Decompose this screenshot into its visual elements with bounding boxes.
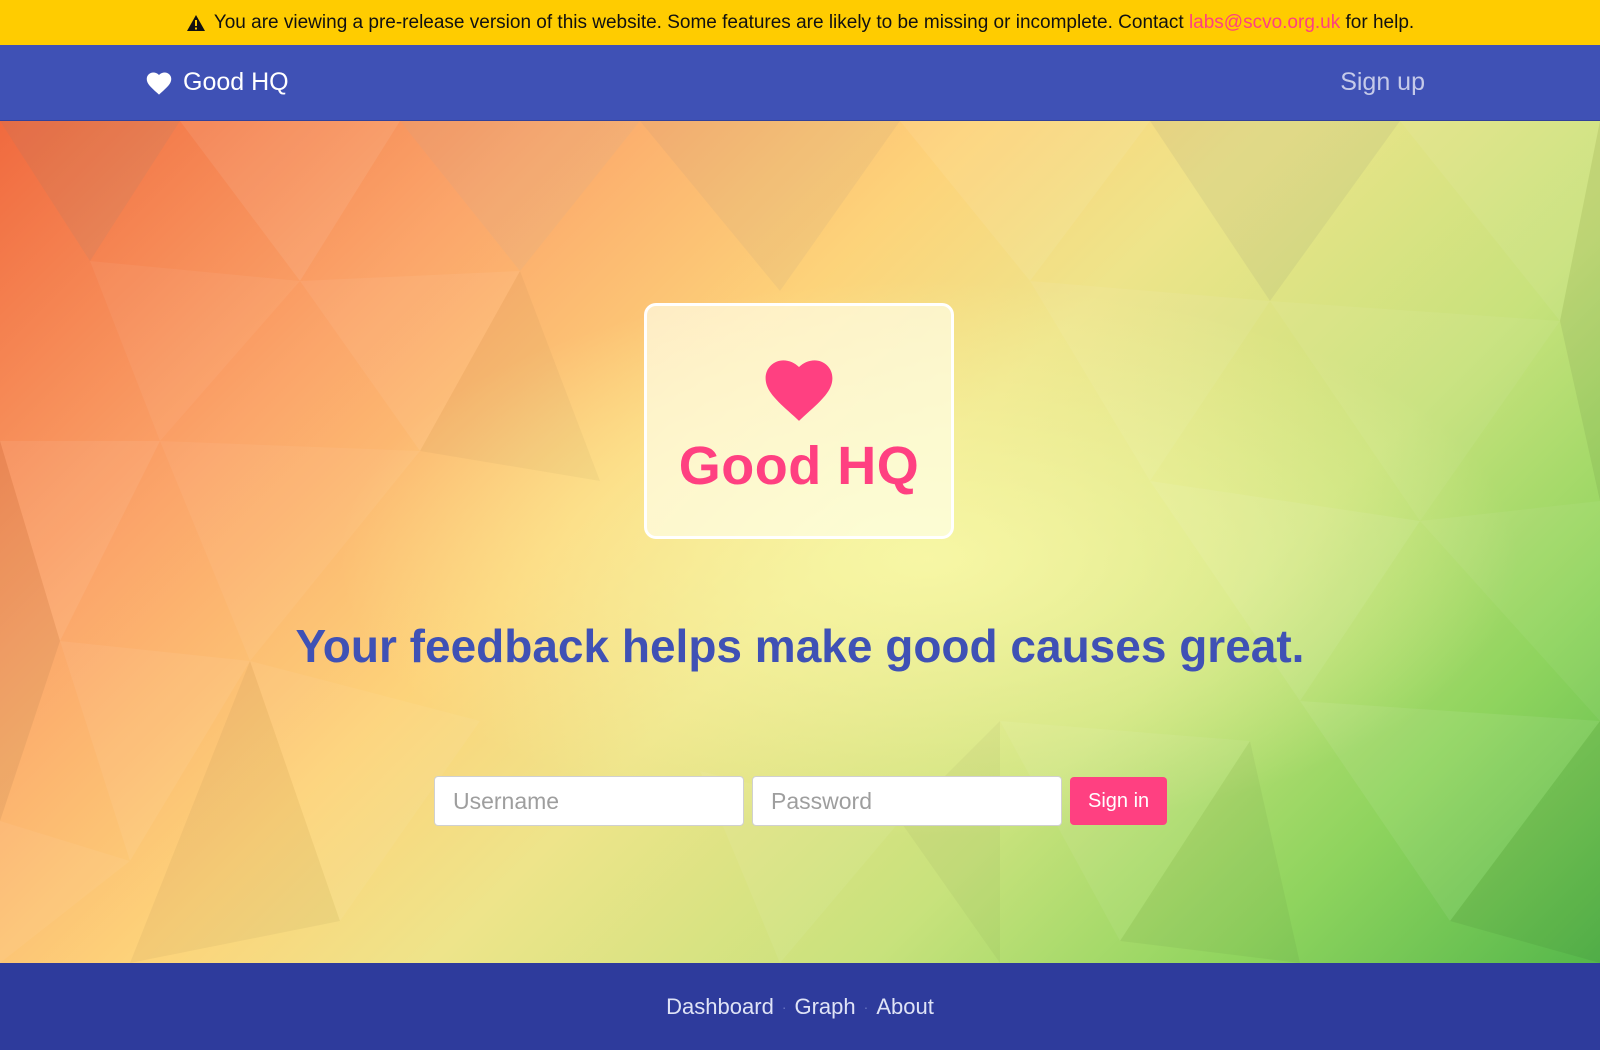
- heart-icon: [759, 354, 839, 429]
- footer-link-dashboard[interactable]: Dashboard: [666, 994, 774, 1020]
- footer-link-about[interactable]: About: [876, 994, 934, 1020]
- banner-text-after: for help.: [1345, 11, 1415, 33]
- brand-link[interactable]: Good HQ: [145, 68, 289, 97]
- signin-form: Sign in: [434, 776, 1168, 826]
- hero-section: Good HQ Your feedback helps make good ca…: [0, 121, 1600, 963]
- tagline: Your feedback helps make good causes gre…: [295, 620, 1305, 672]
- logo-title: Good HQ: [678, 435, 920, 496]
- signin-button[interactable]: Sign in: [1070, 777, 1168, 825]
- brand-name: Good HQ: [183, 68, 289, 96]
- warning-icon: [186, 14, 206, 32]
- footer: Dashboard · Graph · About: [0, 963, 1600, 1050]
- footer-link-graph[interactable]: Graph: [794, 994, 855, 1020]
- password-input[interactable]: [752, 776, 1062, 826]
- logo-card: Good HQ: [644, 303, 954, 539]
- banner-email-link[interactable]: labs@scvo.org.uk: [1189, 12, 1340, 34]
- username-input[interactable]: [434, 776, 744, 826]
- footer-separator: ·: [863, 998, 869, 1015]
- prerelease-banner: You are viewing a pre-release version of…: [0, 0, 1600, 45]
- low-poly-background: [0, 121, 1600, 963]
- footer-separator: ·: [781, 998, 787, 1015]
- heart-icon: [145, 70, 173, 96]
- signup-link[interactable]: Sign up: [1340, 68, 1425, 97]
- banner-text-before: You are viewing a pre-release version of…: [213, 11, 1184, 33]
- top-navbar: Good HQ Sign up: [0, 45, 1600, 121]
